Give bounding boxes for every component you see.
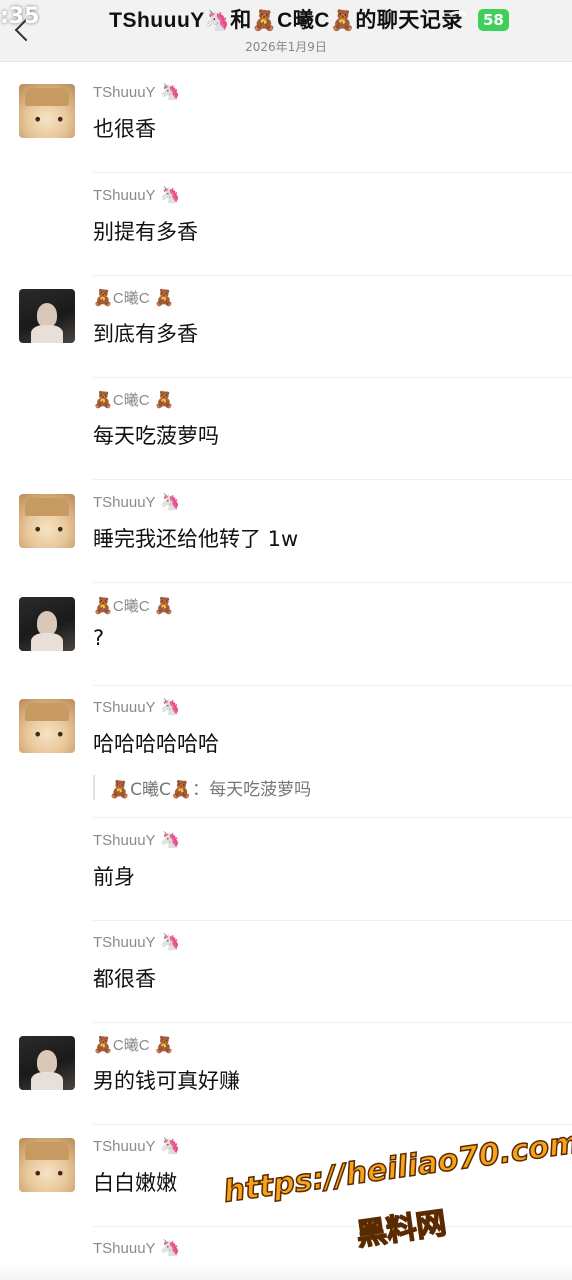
- teddy-bear-icon: 🧸: [149, 392, 174, 409]
- sender-name: TShuuuY 🦄: [93, 185, 180, 205]
- sender-label: TShuuuY: [93, 1138, 156, 1155]
- sender-label: C曦C: [112, 290, 150, 307]
- avatar-cat[interactable]: [19, 494, 75, 548]
- title-user1: TShuuuY: [109, 9, 205, 32]
- sender-name: 🧸C曦C 🧸: [93, 595, 174, 616]
- message-divider: [93, 1124, 572, 1125]
- sender-label: C曦C: [112, 1037, 150, 1054]
- teddy-bear-icon: 🧸: [93, 598, 113, 615]
- message-divider: [93, 377, 572, 378]
- message-item: TShuuuY 🦄 都很香: [0, 928, 572, 1028]
- quote-text: 每天吃菠萝吗: [209, 780, 312, 800]
- sender-name: TShuuuY 🦄: [93, 492, 180, 512]
- teddy-bear-icon: 🧸: [93, 392, 113, 409]
- battery-indicator: 58: [478, 9, 509, 31]
- sender-label: C曦C: [112, 392, 150, 409]
- unicorn-icon: 🦄: [155, 832, 180, 849]
- message-divider: [93, 275, 572, 276]
- sender-name: 🧸C曦C 🧸: [93, 287, 174, 308]
- avatar-dark[interactable]: [19, 597, 75, 651]
- sender-label: TShuuuY: [93, 832, 156, 849]
- sender-name: TShuuuY 🦄: [93, 1238, 180, 1258]
- sender-label: TShuuuY: [93, 494, 156, 511]
- message-divider: [93, 685, 572, 686]
- unicorn-icon: 🦄: [155, 934, 180, 951]
- avatar-cat[interactable]: [19, 1138, 75, 1192]
- message-divider: [93, 172, 572, 173]
- message-text[interactable]: 男的钱可真好赚: [93, 1065, 240, 1095]
- quote-separator: ：: [192, 780, 210, 800]
- teddy-bear-icon: 🧸: [93, 290, 113, 307]
- message-item: TShuuuY 🦄 睡完我还给他转了 1w: [0, 488, 572, 588]
- message-text[interactable]: 白白嫩嫩: [93, 1167, 177, 1197]
- sender-name: TShuuuY 🦄: [93, 932, 180, 952]
- message-text[interactable]: 睡完我还给他转了 1w: [93, 523, 298, 553]
- sender-name: TShuuuY 🦄: [93, 697, 180, 717]
- unicorn-icon: 🦄: [155, 187, 180, 204]
- quote-sender: C曦C: [130, 780, 171, 800]
- sender-name: TShuuuY 🦄: [93, 1136, 180, 1156]
- sender-label: TShuuuY: [93, 1240, 156, 1257]
- message-divider: [93, 1226, 572, 1227]
- message-divider: [93, 479, 572, 480]
- sender-name: 🧸C曦C 🧸: [93, 389, 174, 410]
- title-user2: C曦C: [277, 9, 330, 32]
- teddy-bear-icon: 🧸: [329, 10, 356, 32]
- message-text[interactable]: 到底有多香: [93, 318, 198, 348]
- message-text[interactable]: 别提有多香: [93, 216, 198, 246]
- unicorn-icon: 🦄: [155, 1138, 180, 1155]
- message-text[interactable]: 哈哈哈哈哈哈: [93, 728, 219, 758]
- message-item: TShuuuY 🦄 前身: [0, 826, 572, 926]
- teddy-bear-icon: 🧸: [251, 10, 278, 32]
- message-divider: [93, 920, 572, 921]
- sender-label: TShuuuY: [93, 187, 156, 204]
- header: TShuuuY🦄和🧸C曦C🧸的聊天记录 2026年1月9日 :35 58: [0, 0, 572, 62]
- message-item: TShuuuY 🦄 也很香: [0, 78, 572, 178]
- avatar-cat[interactable]: [19, 84, 75, 138]
- wifi-icon: [446, 11, 470, 29]
- sender-label: C曦C: [112, 598, 150, 615]
- sender-name: 🧸C曦C 🧸: [93, 1034, 174, 1055]
- unicorn-icon: 🦄: [155, 494, 180, 511]
- message-item: TShuuuY 🦄哈哈哈哈哈哈🧸C曦C🧸：每天吃菠萝吗: [0, 693, 572, 818]
- page-subtitle-date: 2026年1月9日: [245, 40, 327, 54]
- message-text[interactable]: 前身: [93, 861, 135, 891]
- message-item: 🧸C曦C 🧸 到底有多香: [0, 283, 572, 383]
- message-item: 🧸C曦C 🧸 男的钱可真好赚: [0, 1030, 572, 1130]
- teddy-bear-icon: 🧸: [170, 780, 193, 800]
- sender-name: TShuuuY 🦄: [93, 830, 180, 850]
- message-text[interactable]: 都很香: [93, 963, 156, 993]
- avatar-cat[interactable]: [19, 699, 75, 753]
- status-bar-time: :35: [0, 4, 40, 29]
- bottom-fade: [0, 1262, 572, 1280]
- sender-label: TShuuuY: [93, 699, 156, 716]
- message-text[interactable]: 也很香: [93, 113, 156, 143]
- avatar-dark[interactable]: [19, 289, 75, 343]
- message-text[interactable]: ?: [93, 626, 104, 650]
- avatar-dark[interactable]: [19, 1036, 75, 1090]
- message-divider: [93, 582, 572, 583]
- teddy-bear-icon: 🧸: [109, 780, 131, 800]
- title-and: 和: [230, 9, 252, 32]
- teddy-bear-icon: 🧸: [93, 1037, 113, 1054]
- sender-name: TShuuuY 🦄: [93, 82, 180, 102]
- teddy-bear-icon: 🧸: [149, 1037, 174, 1054]
- teddy-bear-icon: 🧸: [149, 290, 174, 307]
- chat-history-page: TShuuuY🦄和🧸C曦C🧸的聊天记录 2026年1月9日 :35 58 TSh…: [0, 0, 572, 1280]
- message-text[interactable]: 每天吃菠萝吗: [93, 420, 219, 450]
- message-divider: [93, 1022, 572, 1023]
- quoted-reply[interactable]: 🧸C曦C🧸：每天吃菠萝吗: [93, 775, 311, 800]
- teddy-bear-icon: 🧸: [149, 598, 174, 615]
- unicorn-icon: 🦄: [204, 10, 231, 32]
- unicorn-icon: 🦄: [155, 1240, 180, 1257]
- sender-label: TShuuuY: [93, 934, 156, 951]
- unicorn-icon: 🦄: [155, 84, 180, 101]
- sender-label: TShuuuY: [93, 84, 156, 101]
- message-item: TShuuuY 🦄 别提有多香: [0, 181, 572, 281]
- message-divider: [93, 817, 572, 818]
- message-item: 🧸C曦C 🧸?: [0, 591, 572, 691]
- message-item: 🧸C曦C 🧸 每天吃菠萝吗: [0, 385, 572, 485]
- unicorn-icon: 🦄: [155, 699, 180, 716]
